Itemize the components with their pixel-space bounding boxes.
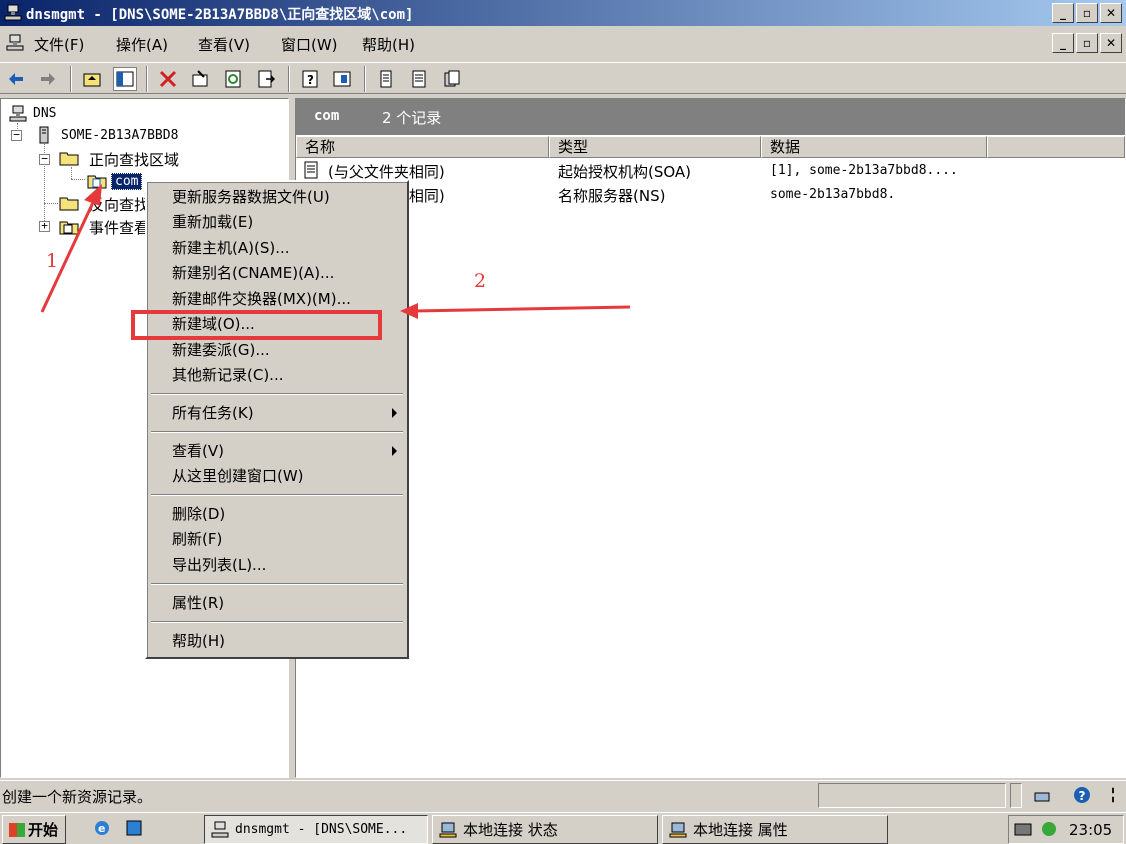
vm-tray-icon[interactable] bbox=[1011, 817, 1035, 841]
annotation-arrowhead-1 bbox=[84, 184, 102, 206]
network-icon bbox=[439, 821, 457, 839]
status-panel-small bbox=[1010, 783, 1022, 808]
status-panel bbox=[818, 783, 1006, 808]
annotation-arrow-2 bbox=[413, 305, 631, 313]
annotation-arrows bbox=[40, 184, 631, 319]
start-button[interactable]: 开始 bbox=[2, 815, 66, 844]
system-tray: 23:05 bbox=[1008, 815, 1124, 844]
taskbar: 开始 e dnsmgmt - [DNS\SOME... 本地连接 状态 本地连接… bbox=[0, 812, 1126, 844]
help-circle-icon[interactable]: ? bbox=[1070, 783, 1094, 807]
task-dns-icon bbox=[211, 821, 229, 839]
windows-logo-icon bbox=[9, 822, 25, 837]
task-dnsmgmt[interactable]: dnsmgmt - [DNS\SOME... bbox=[204, 815, 428, 844]
clock: 23:05 bbox=[1069, 821, 1113, 839]
explorer-icon[interactable] bbox=[122, 816, 146, 840]
annotation-arrow-1 bbox=[40, 195, 98, 313]
svg-text:e: e bbox=[98, 822, 105, 835]
overflow-icon[interactable] bbox=[1104, 783, 1122, 807]
task-local-connection-properties[interactable]: 本地连接 属性 bbox=[662, 815, 888, 844]
task-local-connection-status[interactable]: 本地连接 状态 bbox=[432, 815, 658, 844]
network-tray-icon[interactable] bbox=[1030, 783, 1054, 807]
start-label: 开始 bbox=[28, 821, 59, 839]
task-status-label: 本地连接 状态 bbox=[463, 821, 558, 839]
status-bar: 创建一个新资源记录。 ? bbox=[0, 780, 1126, 810]
status-text: 创建一个新资源记录。 bbox=[2, 788, 153, 806]
task-dnsmgmt-label: dnsmgmt - [DNS\SOME... bbox=[235, 822, 408, 837]
network-icon bbox=[669, 821, 687, 839]
annotation-arrowhead-2 bbox=[400, 303, 418, 319]
network-tray-icon[interactable] bbox=[1037, 817, 1061, 841]
ie-icon[interactable]: e bbox=[90, 816, 114, 840]
task-properties-label: 本地连接 属性 bbox=[693, 821, 788, 839]
svg-text:?: ? bbox=[1079, 789, 1086, 803]
